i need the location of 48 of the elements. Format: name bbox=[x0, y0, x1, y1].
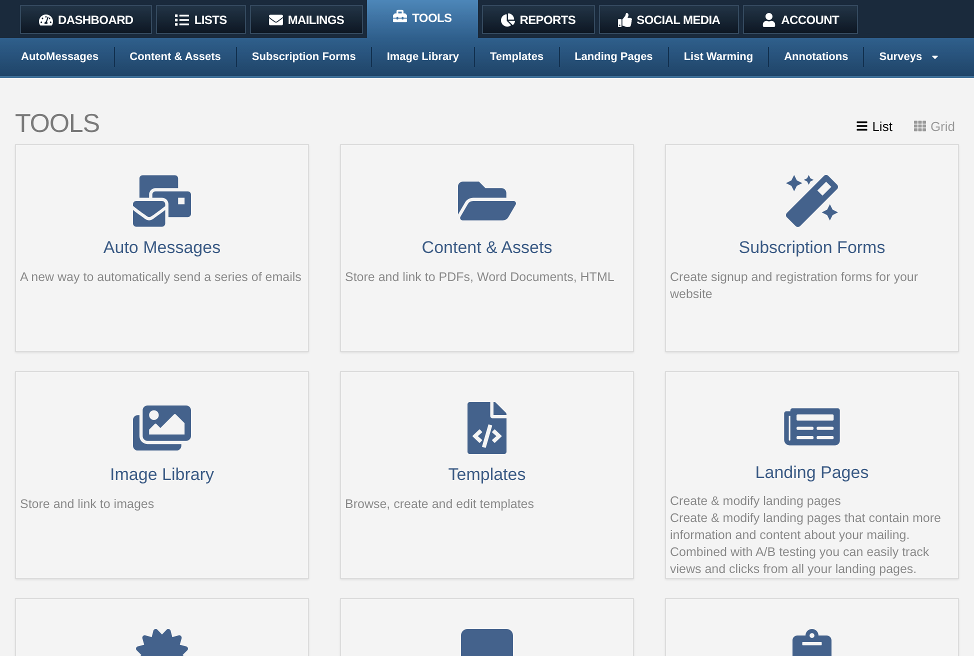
card-title: Landing Pages bbox=[755, 462, 869, 484]
card-description: Store and link to images bbox=[20, 496, 156, 512]
card-description: Create signup and registration forms for your website bbox=[670, 268, 920, 302]
view-toggle[interactable]: List bbox=[856, 116, 892, 136]
nav-tab[interactable]: ACCOUNT bbox=[743, 5, 858, 34]
card-title: Content & Assets bbox=[422, 237, 552, 259]
nav-tab[interactable]: TOOLS bbox=[367, 0, 478, 38]
card-description: Create & modify landing pages that contain more information and content about your mailing. Combined with A/B testing you can easily track views and clicks from all your landing pages. bbox=[670, 510, 942, 578]
nav-tab[interactable]: LISTS bbox=[156, 5, 246, 34]
sub-nav-link[interactable]: Templates bbox=[474, 48, 559, 66]
envelope-icon bbox=[268, 12, 283, 26]
nav-tab[interactable]: SOCIAL MEDIA bbox=[598, 5, 740, 34]
pie-chart-icon bbox=[500, 12, 515, 26]
sub-nav-link[interactable]: Landing Pages bbox=[560, 48, 668, 66]
card-description: A new way to automatically send a series of emails bbox=[20, 268, 302, 286]
tool-card[interactable] bbox=[665, 371, 959, 579]
card-title: Image Library bbox=[110, 464, 214, 486]
thumbs-up-icon bbox=[618, 12, 632, 26]
sub-nav-link[interactable]: Subscription Forms bbox=[236, 48, 371, 66]
gauge-icon bbox=[39, 12, 53, 26]
card-title: Auto Messages bbox=[103, 237, 221, 259]
grid-icon bbox=[914, 120, 926, 132]
toolbox-icon bbox=[393, 9, 408, 23]
list-icon bbox=[856, 120, 868, 132]
magic-wand-icon bbox=[783, 175, 841, 227]
nav-tab[interactable]: REPORTS bbox=[482, 5, 595, 34]
card-description: Store and link to PDFs, Word Documents, HTML bbox=[345, 268, 616, 286]
card-title: Templates bbox=[448, 464, 526, 486]
list-icon bbox=[175, 12, 190, 26]
tool-card[interactable]: Content & Assets Store and link to PDFs, Word Documents, HTML bbox=[340, 144, 634, 352]
sub-nav-link[interactable]: Annotations bbox=[769, 48, 864, 66]
sub-nav-link[interactable]: List Warming bbox=[668, 48, 768, 66]
card-title: Subscription Forms bbox=[738, 237, 886, 259]
tool-card[interactable]: Templates Browse, create and edit templates bbox=[340, 371, 634, 579]
card-description: Browse, create and edit templates bbox=[345, 496, 535, 512]
sub-nav-link[interactable]: Surveys bbox=[864, 48, 956, 66]
tool-card[interactable]: Subscription Forms Create signup and registration forms for your website bbox=[665, 144, 959, 352]
nav-tab[interactable]: DASHBOARD bbox=[20, 5, 152, 34]
tool-card[interactable]: Image Library Store and link to images bbox=[15, 371, 309, 579]
user-icon bbox=[762, 12, 776, 26]
tool-card[interactable]: Auto Messages A new way to automatically send a series of emails bbox=[15, 144, 309, 352]
sub-nav-link[interactable]: Image Library bbox=[372, 48, 474, 66]
sub-nav-link[interactable]: AutoMessages bbox=[6, 48, 114, 66]
nav-tab[interactable]: MAILINGS bbox=[250, 5, 364, 34]
card-description: Create & modify landing pages bbox=[670, 493, 842, 510]
envelopes-icon bbox=[133, 175, 191, 227]
sub-nav-link[interactable]: Content & Assets bbox=[114, 48, 236, 66]
page-title: TOOLS bbox=[15, 110, 100, 136]
